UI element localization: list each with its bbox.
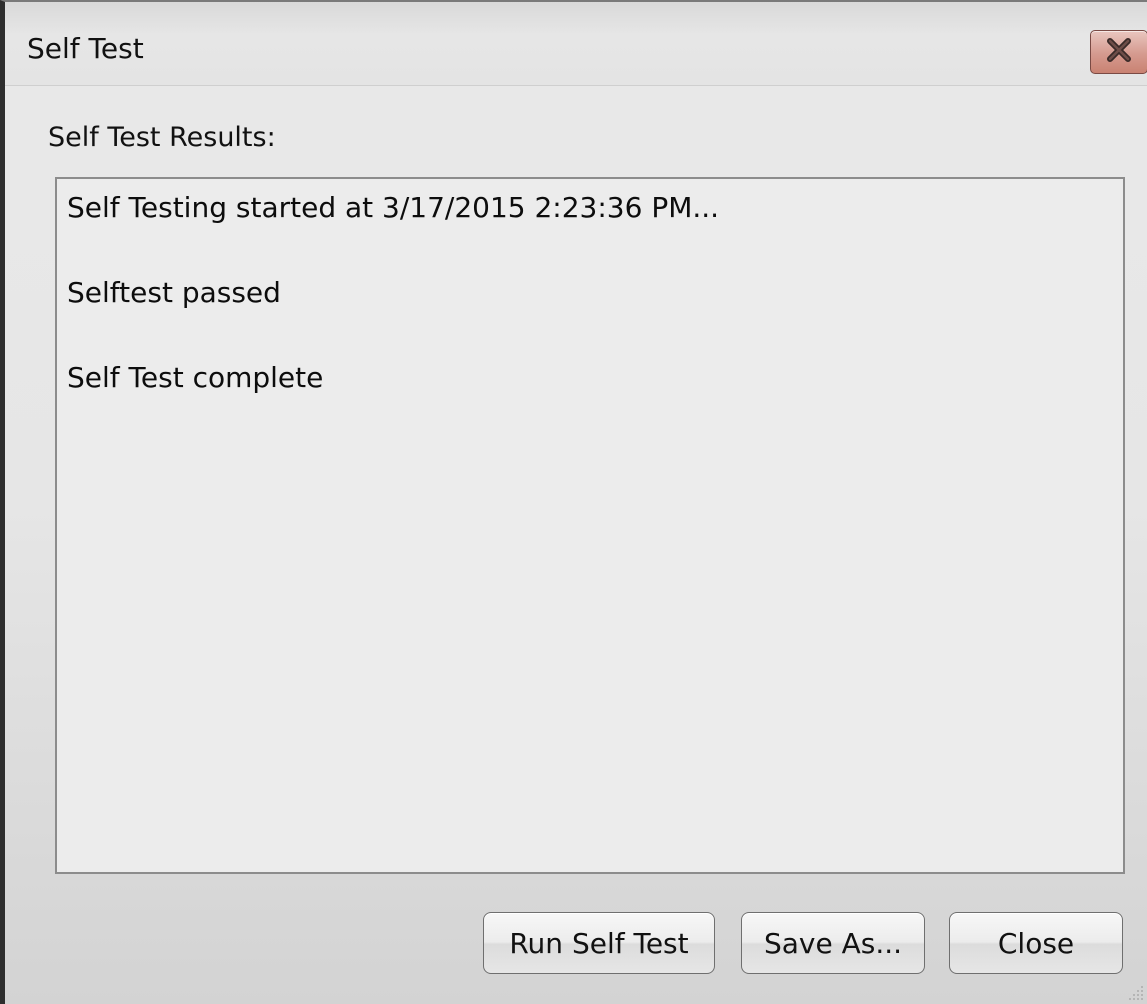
close-x-icon [1104,35,1134,70]
title-close-button[interactable] [1090,30,1147,74]
result-line: Self Test complete [67,361,324,394]
title-bar[interactable]: Self Test [5,2,1147,86]
result-line: Self Testing started at 3/17/2015 2:23:3… [67,191,720,224]
save-as-button[interactable]: Save As... [741,912,925,974]
resize-grip-icon[interactable] [1121,978,1147,1004]
result-line: Selftest passed [67,276,281,309]
results-textbox[interactable]: Self Testing started at 3/17/2015 2:23:3… [55,177,1125,874]
window-title: Self Test [27,32,144,65]
close-button[interactable]: Close [949,912,1123,974]
results-label: Self Test Results: [48,122,276,153]
self-test-dialog: Self Test Self Test Results: Self Testin… [0,0,1147,1004]
run-self-test-button[interactable]: Run Self Test [483,912,715,974]
